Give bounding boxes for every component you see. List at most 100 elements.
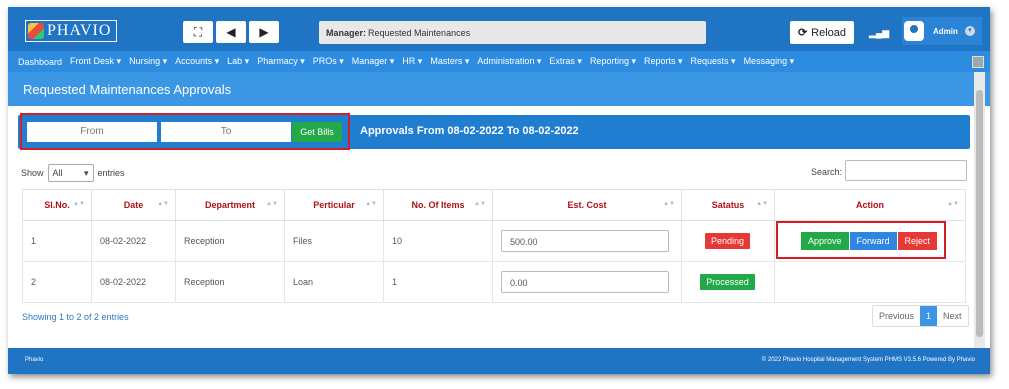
cell-status: Processed — [681, 261, 775, 303]
col-no-of-items[interactable]: No. Of Items ▲▼ — [383, 189, 493, 221]
nav-extras[interactable]: Extras ▾ — [549, 56, 582, 67]
nav-messaging[interactable]: Messaging ▾ — [744, 56, 795, 67]
nav-lab[interactable]: Lab ▾ — [227, 56, 249, 67]
highlight-action-buttons — [776, 221, 946, 259]
nav-front-desk[interactable]: Front Desk ▾ — [70, 56, 121, 67]
user-menu[interactable]: Admin ▾ — [902, 17, 982, 45]
nav-dashboard[interactable]: Dashboard — [18, 57, 62, 67]
nav-accounts[interactable]: Accounts ▾ — [175, 56, 219, 67]
nav-requests[interactable]: Requests ▾ — [691, 56, 736, 67]
page-length-value: All — [52, 168, 63, 178]
entries-label: entries — [97, 168, 125, 178]
sort-icon: ▲▼ — [663, 201, 675, 207]
sort-icon: ▲▼ — [157, 201, 169, 207]
status-badge: Pending — [704, 233, 751, 249]
cell-department: Reception — [175, 261, 285, 303]
search-label: Search: — [811, 167, 843, 177]
cell-particular: Files — [284, 220, 384, 262]
manager-breadcrumb: Manager: Requested Maintenances — [319, 21, 706, 44]
cell-cost: 0.00 — [492, 261, 682, 303]
nav-pros[interactable]: PROs ▾ — [313, 56, 344, 67]
app-window: PHAVIO ⛶ ◀ ▶ Manager: Requested Maintena… — [8, 7, 990, 374]
refresh-icon: ⟳ — [797, 27, 808, 39]
nav-reporting[interactable]: Reporting ▾ — [590, 56, 636, 67]
sort-icon: ▲▼ — [73, 201, 85, 207]
pagination: Previous 1 Next — [872, 305, 969, 327]
cell-particular: Loan — [284, 261, 384, 303]
cell-date: 08-02-2022 — [91, 220, 176, 262]
page-length-control: Show All ▾ entries — [21, 164, 125, 182]
page-title: Requested Maintenances Approvals — [23, 82, 232, 97]
nav-nursing[interactable]: Nursing ▾ — [129, 56, 167, 67]
nav-administration[interactable]: Administration ▾ — [477, 56, 541, 67]
col-est-cost[interactable]: Est. Cost ▲▼ — [492, 189, 682, 221]
previous-page-button[interactable]: Previous — [873, 306, 920, 326]
app-logo[interactable]: PHAVIO — [25, 20, 117, 42]
col-department[interactable]: Department ▲▼ — [175, 189, 285, 221]
col-sl-no[interactable]: Sl.No. ▲▼ — [22, 189, 92, 221]
forward-nav-button[interactable]: ▶ — [249, 21, 279, 43]
main-nav: Dashboard Front Desk ▾ Nursing ▾ Account… — [8, 51, 990, 72]
cell-cost: 500.00 — [492, 220, 682, 262]
sort-icon: ▲▼ — [474, 201, 486, 207]
logo-icon — [28, 23, 44, 39]
next-page-button[interactable]: Next — [937, 306, 968, 326]
nav-pharmacy[interactable]: Pharmacy ▾ — [257, 56, 305, 67]
manager-value: Requested Maintenances — [368, 27, 471, 38]
cell-status: Pending — [681, 220, 775, 262]
user-name: Admin — [933, 26, 958, 36]
cell-sl-no: 1 — [22, 220, 92, 262]
nav-reports[interactable]: Reports ▾ — [644, 56, 683, 67]
collapse-icon[interactable] — [972, 56, 984, 68]
table-row: 2 08-02-2022 Reception Loan 1 0.00 Proce… — [22, 261, 966, 303]
cell-sl-no: 2 — [22, 261, 92, 303]
avatar-icon — [904, 21, 924, 41]
nav-masters[interactable]: Masters ▾ — [430, 56, 469, 67]
page-title-bar: Requested Maintenances Approvals — [8, 72, 990, 106]
est-cost-input[interactable]: 0.00 — [501, 271, 669, 293]
col-particular[interactable]: Perticular ▲▼ — [284, 189, 384, 221]
nav-manager[interactable]: Manager ▾ — [352, 56, 395, 67]
col-date[interactable]: Date ▲▼ — [91, 189, 176, 221]
arrow-right-icon: ▶ — [259, 25, 269, 39]
cell-items: 1 — [383, 261, 493, 303]
top-header: PHAVIO ⛶ ◀ ▶ Manager: Requested Maintena… — [8, 7, 990, 51]
table-header-row: Sl.No. ▲▼ Date ▲▼ Department ▲▼ Perticular ▲… — [22, 189, 966, 221]
chevron-down-icon: ▾ — [964, 26, 975, 36]
arrow-left-icon: ◀ — [226, 25, 236, 39]
sort-icon: ▲▼ — [947, 201, 959, 207]
cell-department: Reception — [175, 220, 285, 262]
show-label: Show — [21, 168, 44, 178]
vertical-scrollbar[interactable] — [974, 72, 985, 354]
est-cost-input[interactable]: 500.00 — [501, 230, 669, 252]
chevron-down-icon: ▾ — [83, 167, 89, 178]
highlight-date-filter — [20, 113, 350, 150]
page-1-button[interactable]: 1 — [920, 306, 938, 326]
scrollbar-thumb[interactable] — [976, 90, 983, 337]
col-status[interactable]: Satatus ▲▼ — [681, 189, 775, 221]
cell-action — [774, 261, 966, 303]
status-badge: Processed — [700, 274, 755, 290]
page-footer: Phavio © 2022 Phavio Hospital Management… — [8, 348, 990, 374]
reload-button[interactable]: ⟳ Reload — [790, 21, 854, 44]
sort-icon: ▲▼ — [266, 201, 278, 207]
fullscreen-button[interactable]: ⛶ — [183, 21, 213, 43]
col-action[interactable]: Action ▲▼ — [774, 189, 966, 221]
page-length-select[interactable]: All ▾ — [47, 164, 94, 182]
nav-hr[interactable]: HR ▾ — [402, 56, 422, 67]
footer-brand: Phavio — [25, 357, 44, 363]
manager-label: Manager: — [326, 27, 367, 38]
sort-icon: ▲▼ — [756, 201, 768, 207]
cell-items: 10 — [383, 220, 493, 262]
footer-copyright: © 2022 Phavio Hospital Management System… — [761, 357, 975, 363]
expand-icon: ⛶ — [193, 24, 203, 39]
sort-icon: ▲▼ — [365, 201, 377, 207]
signal-icon: ▂▄▆ — [869, 28, 890, 38]
search-input[interactable] — [845, 160, 967, 181]
showing-entries-info: Showing 1 to 2 of 2 entries — [22, 312, 129, 322]
logo-text: PHAVIO — [47, 22, 112, 39]
cell-date: 08-02-2022 — [91, 261, 176, 303]
approvals-range-label: Approvals From 08-02-2022 To 08-02-2022 — [360, 125, 579, 137]
back-button[interactable]: ◀ — [216, 21, 246, 43]
reload-label: Reload — [811, 26, 847, 39]
